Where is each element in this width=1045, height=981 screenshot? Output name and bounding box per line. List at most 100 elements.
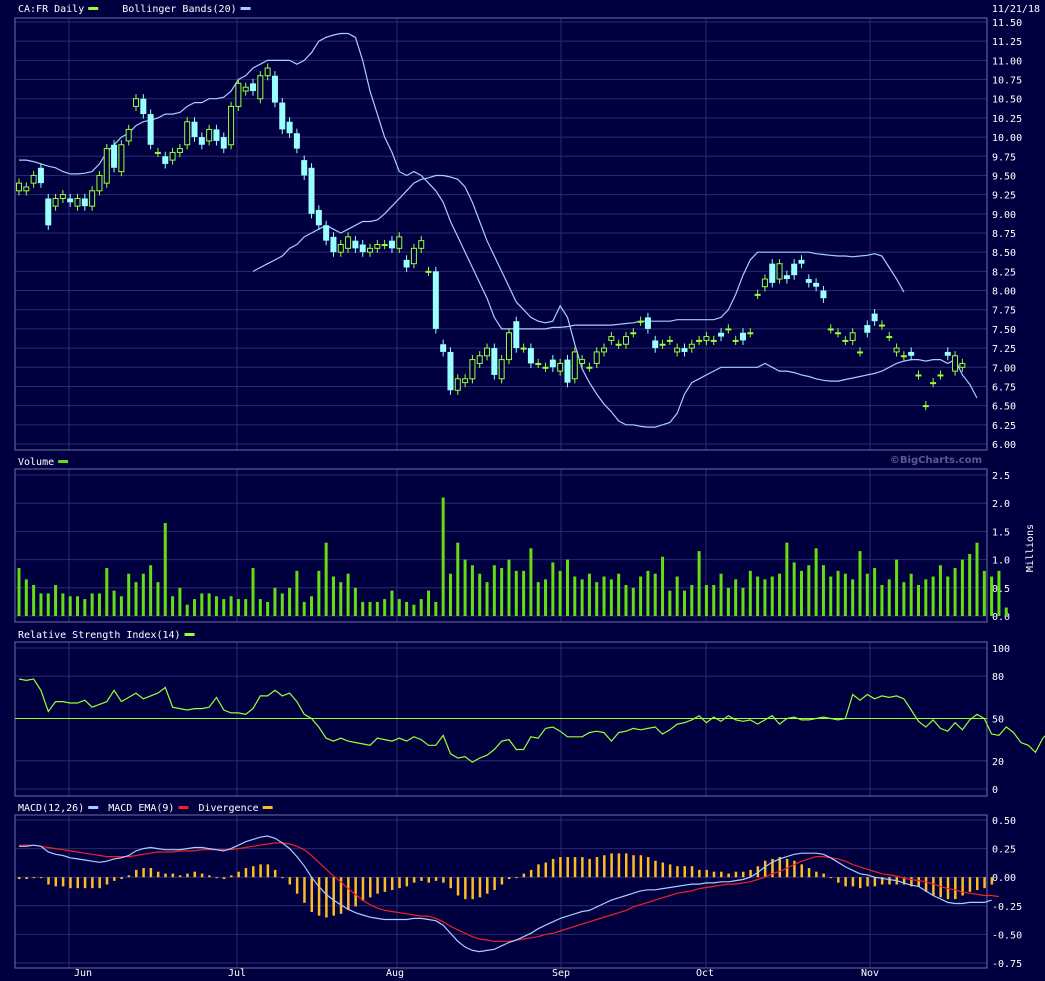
header-date: 11/21/18 <box>992 4 1040 15</box>
volume-bar <box>200 593 204 616</box>
macd-divergence-bar <box>603 855 606 878</box>
price-tick-label: 11.50 <box>992 18 1022 29</box>
macd-divergence-bar <box>646 857 650 878</box>
price-candle-body <box>81 198 88 207</box>
price-candle-body <box>59 194 66 199</box>
macd-divergence-bar <box>325 877 328 918</box>
volume-bar <box>339 582 343 616</box>
volume-unit-label: Millions <box>1025 524 1036 572</box>
macd-divergence-bar <box>720 871 723 878</box>
volume-bar <box>383 599 387 616</box>
volume-bar <box>653 573 657 616</box>
volume-tick-label: 1.5 <box>992 527 1010 538</box>
price-candle-body <box>593 351 600 364</box>
month-label-jun: Jun <box>74 968 92 979</box>
price-candle-body <box>739 332 746 341</box>
price-candle-body <box>162 156 169 164</box>
macd-divergence-bar <box>932 877 935 896</box>
macd-divergence-bar <box>266 864 270 878</box>
price-candle-body <box>74 197 81 207</box>
price-candle-body <box>798 259 805 264</box>
price-candle-body <box>418 240 425 249</box>
volume-bar <box>302 601 306 616</box>
volume-bar <box>631 587 635 616</box>
volume-bar <box>507 559 511 616</box>
volume-bar <box>514 570 518 616</box>
macd-divergence-bar <box>186 873 189 878</box>
macd-divergence-bar <box>449 877 452 889</box>
volume-bar <box>851 579 855 616</box>
macd-divergence-bar <box>398 877 401 889</box>
volume-bar <box>427 590 431 616</box>
macd-divergence-bar <box>683 866 686 878</box>
price-candle-body <box>491 348 498 375</box>
price-candle-body <box>688 343 695 349</box>
volume-bar <box>112 590 116 616</box>
volume-tick-label: 1.0 <box>992 556 1010 567</box>
macd-divergence-bar <box>705 869 708 878</box>
macd-legend-swatch <box>88 806 99 809</box>
volume-bar <box>895 559 899 616</box>
macd-divergence-bar <box>295 877 299 894</box>
price-candle-body <box>747 332 754 335</box>
price-candle-body <box>440 344 447 352</box>
price-tick-label: 10.50 <box>992 95 1022 106</box>
volume-bar <box>968 553 972 616</box>
price-legend-label: CA:FR Daily <box>18 4 84 15</box>
price-candle-body <box>944 351 951 356</box>
price-candle-body <box>410 247 417 265</box>
price-candle-body <box>37 167 44 184</box>
volume-bar <box>171 596 175 616</box>
price-candle-body <box>922 405 929 408</box>
macd-divergence-bar <box>661 862 665 878</box>
macd-divergence-bar <box>858 877 862 889</box>
price-candle-body <box>930 382 937 385</box>
macd-tick-label: 0.00 <box>992 873 1016 884</box>
macd-divergence-bar <box>222 877 226 880</box>
price-candle-body <box>864 325 871 333</box>
macd-divergence-bar <box>442 877 445 883</box>
macd-divergence-bar <box>142 868 145 878</box>
volume-bar <box>375 601 379 616</box>
volume-bar <box>141 573 145 616</box>
volume-bar <box>843 573 847 616</box>
macd-divergence-bar <box>91 877 94 889</box>
volume-bar <box>661 556 665 616</box>
price-candle-body <box>608 336 615 341</box>
volume-bar <box>639 576 643 616</box>
price-candle-body <box>140 98 147 115</box>
macd-divergence-bar <box>529 869 533 878</box>
macd-divergence-bar <box>573 857 577 878</box>
volume-bar <box>324 542 328 616</box>
volume-bar <box>544 579 548 616</box>
volume-bar <box>207 593 211 616</box>
macd-divergence-bar <box>244 868 248 878</box>
price-candle-body <box>220 137 227 149</box>
volume-bar <box>492 565 496 616</box>
price-candle-body <box>718 332 725 337</box>
price-candle-body <box>871 313 878 322</box>
volume-bar <box>573 576 577 616</box>
macd-divergence-bar <box>105 877 109 885</box>
macd-divergence-bar <box>500 877 504 885</box>
price-tick-label: 7.75 <box>992 306 1016 317</box>
macd-legend-label: MACD EMA(9) <box>108 803 174 814</box>
volume-bar <box>748 570 752 616</box>
macd-divergence-bar <box>800 864 803 878</box>
macd-divergence-bar <box>32 877 36 879</box>
macd-divergence-bar <box>873 877 877 887</box>
volume-bar <box>295 570 299 616</box>
price-candle-body <box>791 263 798 276</box>
macd-divergence-bar <box>47 877 50 885</box>
macd-divergence-bar <box>427 877 431 883</box>
price-candle-body <box>886 336 893 339</box>
price-candle-body <box>549 359 556 368</box>
volume-bar <box>390 590 394 616</box>
price-candle-body <box>659 343 666 346</box>
macd-divergence-bar <box>252 866 255 878</box>
price-candle-body <box>198 137 205 145</box>
rsi-tick-label: 20 <box>992 757 1004 768</box>
price-candle-body <box>228 105 235 146</box>
volume-bar <box>361 601 365 616</box>
price-candle-body <box>542 366 549 369</box>
